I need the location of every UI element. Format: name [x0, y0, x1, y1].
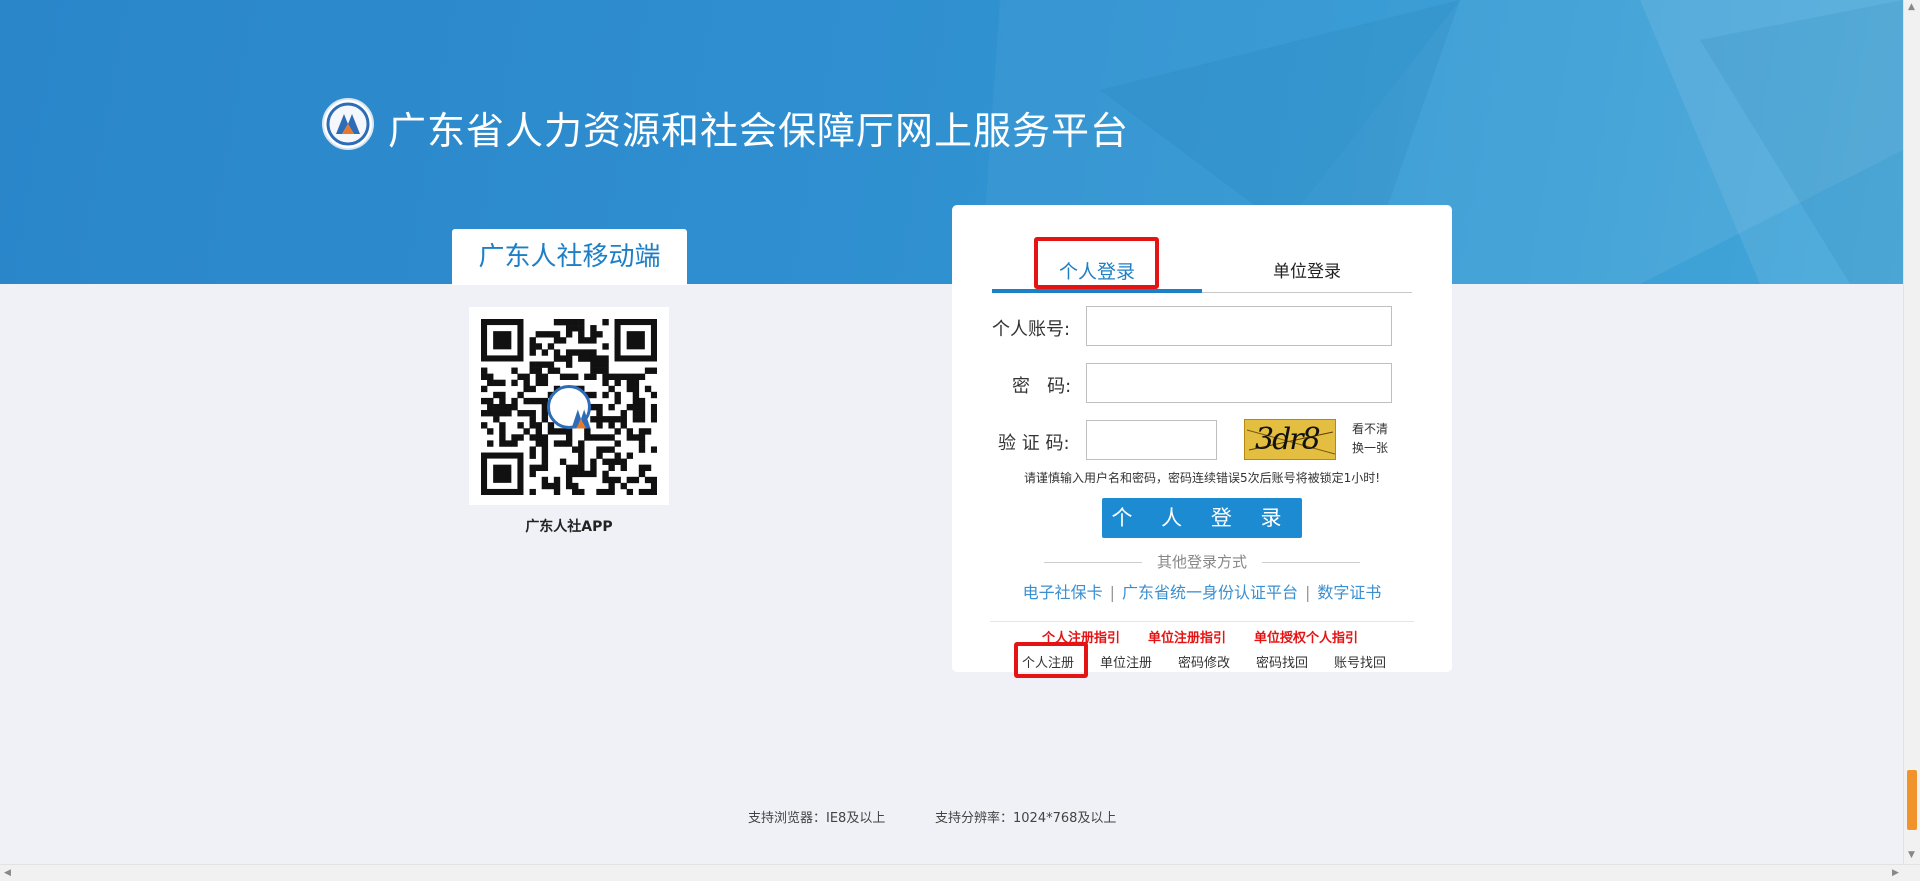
password-input[interactable]: [1086, 363, 1392, 403]
hrss-emblem-icon: [322, 98, 374, 150]
other-login-title: 其他登录方式: [1156, 553, 1247, 571]
company-register-link[interactable]: 单位注册: [1100, 652, 1152, 671]
company-authorize-guide-link[interactable]: 单位授权个人指引: [1254, 627, 1358, 646]
password-recover-link[interactable]: 密码找回: [1256, 652, 1308, 671]
lockout-warning: 请谨慎输入用户名和密码，密码连续错误5次后账号将被锁定1小时!: [1023, 471, 1381, 485]
account-recover-link[interactable]: 账号找回: [1334, 652, 1386, 671]
tab-company-login[interactable]: 单位登录: [1202, 253, 1412, 293]
divider: [1262, 562, 1360, 563]
password-change-link[interactable]: 密码修改: [1178, 652, 1230, 671]
refresh-line: 看不清: [1352, 422, 1389, 436]
scrollbar-thumb[interactable]: [1907, 770, 1917, 830]
highlight-box: [1034, 237, 1159, 289]
captcha-label: 验 证 码:: [998, 433, 1070, 454]
login-panel: 个人登录 单位登录 个人账号: 密 码: 验 证 码: 3dr8 看不清 换一张…: [952, 205, 1452, 678]
digital-cert-link[interactable]: 数字证书: [1317, 583, 1381, 602]
captcha-image[interactable]: 3dr8: [1244, 419, 1336, 460]
scroll-down-icon[interactable]: ▼: [1908, 850, 1915, 860]
refresh-line: 换一张: [1352, 441, 1389, 455]
e-social-card-link[interactable]: 电子社保卡: [1023, 583, 1103, 602]
qr-caption: 广东人社APP: [525, 519, 613, 535]
mobile-tab: 广东人社移动端: [452, 229, 687, 285]
password-label: 密 码:: [1012, 376, 1072, 397]
qr-code: [469, 307, 669, 505]
site-title: 广东省人力资源和社会保障厅网上服务平台: [388, 109, 1130, 153]
resolution-support-text: 支持分辨率：1024*768及以上: [935, 811, 1117, 826]
captcha-refresh-link[interactable]: 看不清 换一张: [1352, 420, 1392, 458]
company-register-guide-link[interactable]: 单位注册指引: [1148, 627, 1226, 646]
scroll-right-icon[interactable]: ▶: [1892, 868, 1899, 878]
vertical-scrollbar[interactable]: ▲ ▼: [1903, 0, 1920, 864]
unified-auth-link[interactable]: 广东省统一身份认证平台: [1122, 583, 1298, 602]
browser-support-text: 支持浏览器：IE8及以上: [748, 811, 886, 826]
divider: [990, 621, 1414, 622]
scroll-left-icon[interactable]: ◀: [4, 868, 11, 878]
captcha-input[interactable]: [1086, 420, 1217, 460]
account-label: 个人账号:: [992, 319, 1071, 340]
personal-login-button[interactable]: 个 人 登 录: [1102, 498, 1302, 538]
account-input[interactable]: [1086, 306, 1392, 346]
hrss-emblem-icon: [547, 385, 591, 429]
horizontal-scrollbar[interactable]: ◀ ▶: [0, 864, 1920, 881]
highlight-box: [1014, 642, 1088, 678]
scroll-up-icon[interactable]: ▲: [1908, 2, 1915, 12]
other-login-methods: 电子社保卡 | 广东省统一身份认证平台 | 数字证书: [1022, 583, 1382, 602]
